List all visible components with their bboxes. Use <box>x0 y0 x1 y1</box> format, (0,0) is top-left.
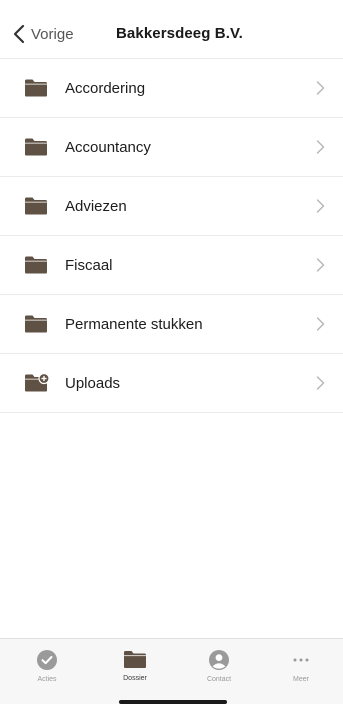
list-item-fiscaal[interactable]: Fiscaal <box>0 236 343 295</box>
folder-label: Fiscaal <box>65 256 113 274</box>
list-item-uploads[interactable]: Uploads <box>0 354 343 413</box>
list-item-accordering[interactable]: Accordering <box>0 58 343 118</box>
navigation-bar: Vorige Bakkersdeeg B.V. <box>0 0 343 56</box>
screen: Vorige Bakkersdeeg B.V. Accordering Acco… <box>0 0 343 704</box>
list-item-permanente-stukken[interactable]: Permanente stukken <box>0 295 343 354</box>
folder-list: Accordering Accountancy Adviezen Fiscaal… <box>0 58 343 413</box>
chevron-right-icon <box>316 376 325 390</box>
tab-contact[interactable]: Contact <box>184 645 254 689</box>
chevron-left-icon <box>13 24 25 44</box>
back-button[interactable]: Vorige <box>12 23 74 45</box>
check-circle-icon <box>37 650 57 670</box>
tab-dossier[interactable]: Dossier <box>100 645 170 689</box>
tab-label: Meer <box>293 676 309 683</box>
folder-label: Adviezen <box>65 197 127 215</box>
back-label: Vorige <box>31 25 74 43</box>
tab-meer[interactable]: Meer <box>266 645 336 689</box>
tab-bar: Acties Dossier Contact Meer <box>0 638 343 704</box>
tab-label: Contact <box>206 676 232 683</box>
chevron-right-icon <box>316 317 325 331</box>
folder-icon <box>25 256 47 274</box>
folder-icon <box>25 315 47 333</box>
chevron-right-icon <box>316 199 325 213</box>
folder-label: Permanente stukken <box>65 315 203 333</box>
folder-icon <box>25 79 47 97</box>
person-circle-icon <box>209 650 229 670</box>
tab-acties[interactable]: Acties <box>12 645 82 689</box>
home-indicator <box>119 700 227 704</box>
list-item-adviezen[interactable]: Adviezen <box>0 177 343 236</box>
tab-label: Dossier <box>123 675 147 682</box>
folder-label: Accountancy <box>65 138 151 156</box>
ellipsis-icon <box>293 658 309 662</box>
tab-label: Acties <box>37 676 57 683</box>
folder-icon <box>25 197 47 215</box>
chevron-right-icon <box>316 140 325 154</box>
chevron-right-icon <box>316 81 325 95</box>
folder-plus-icon <box>25 373 50 392</box>
folder-label: Accordering <box>65 79 146 97</box>
page-title: Bakkersdeeg B.V. <box>116 25 243 42</box>
folder-icon <box>25 138 47 156</box>
folder-icon <box>124 651 146 668</box>
chevron-right-icon <box>316 258 325 272</box>
folder-label: Uploads <box>65 374 121 392</box>
list-item-accountancy[interactable]: Accountancy <box>0 118 343 177</box>
